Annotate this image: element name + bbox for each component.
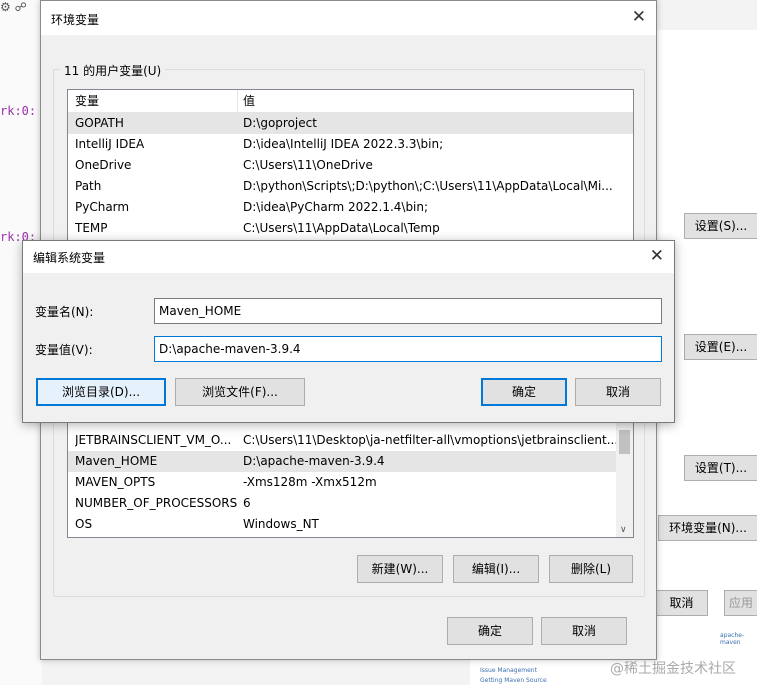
profile-settings-button[interactable]: 设置(E)... bbox=[684, 334, 757, 360]
system-variables-list[interactable]: JETBRAINSCLIENT_VM_O... C:\Users\11\Deskt… bbox=[67, 421, 634, 538]
new-button[interactable]: 新建(W)... bbox=[357, 555, 443, 583]
list-item[interactable]: OneDrive C:\Users\11\OneDrive bbox=[68, 155, 633, 176]
user-variables-label: 11 的用户变量(U) bbox=[60, 62, 166, 79]
bg-cancel-button[interactable]: 取消 bbox=[656, 590, 708, 616]
variable-value: D:\apache-maven-3.9.4 bbox=[243, 454, 385, 468]
column-header-value[interactable]: 值 bbox=[243, 90, 633, 113]
delete-button[interactable]: 删除(L) bbox=[549, 555, 633, 583]
variable-name: NUMBER_OF_PROCESSORS bbox=[75, 496, 237, 510]
variable-name: MAVEN_OPTS bbox=[75, 475, 156, 489]
page-link[interactable]: apache-maven bbox=[720, 632, 757, 646]
variable-name: PyCharm bbox=[75, 200, 130, 214]
ok-button[interactable]: 确定 bbox=[481, 378, 567, 406]
variable-value: D:\idea\PyCharm 2022.1.4\bin; bbox=[243, 200, 429, 214]
variable-name: Maven_HOME bbox=[75, 454, 158, 468]
close-icon[interactable]: ✕ bbox=[632, 7, 646, 27]
variable-name: OneDrive bbox=[75, 158, 132, 172]
scrollbar-thumb[interactable] bbox=[619, 430, 630, 454]
list-item[interactable]: OS Windows_NT bbox=[68, 514, 616, 535]
dialog-titlebar: 环境变量 ✕ bbox=[41, 1, 656, 35]
user-variables-list[interactable]: 变量 值 GOPATH D:\goproject IntelliJ IDEA D:\i… bbox=[67, 89, 634, 244]
variable-value: C:\Users\11\OneDrive bbox=[243, 158, 373, 172]
variable-name: JETBRAINSCLIENT_VM_O... bbox=[75, 433, 232, 447]
variable-value-label: 变量值(V): bbox=[35, 343, 93, 357]
variable-value: -Xms128m -Xmx512m bbox=[243, 475, 377, 489]
variable-name-label: 变量名(N): bbox=[35, 305, 94, 319]
code-fragment: rk:0: bbox=[0, 104, 37, 118]
variable-name-input[interactable]: Maven_HOME bbox=[154, 298, 662, 324]
variable-name: Path bbox=[75, 179, 102, 193]
browse-file-button[interactable]: 浏览文件(F)... bbox=[175, 378, 305, 406]
cancel-button[interactable]: 取消 bbox=[575, 378, 661, 406]
edit-button[interactable]: 编辑(I)... bbox=[453, 555, 539, 583]
list-item[interactable]: MAVEN_OPTS -Xms128m -Xmx512m bbox=[68, 472, 616, 493]
list-item[interactable]: Path D:\python\Scripts\;D:\python\;C:\Use… bbox=[68, 176, 633, 197]
variable-value: D:\idea\IntelliJ IDEA 2022.3.3\bin; bbox=[243, 137, 444, 151]
variable-value: Windows_NT bbox=[243, 517, 319, 531]
environment-variables-button[interactable]: 环境变量(N)... bbox=[658, 515, 757, 541]
list-item[interactable]: PyCharm D:\idea\PyCharm 2022.1.4\bin; bbox=[68, 197, 633, 218]
variable-value: 6 bbox=[243, 496, 251, 510]
watermark: @稀土掘金技术社区 bbox=[610, 661, 736, 677]
variable-value: D:\python\Scripts\;D:\python\;C:\Users\1… bbox=[243, 179, 613, 193]
browse-directory-button[interactable]: 浏览目录(D)... bbox=[36, 378, 166, 406]
cancel-button[interactable]: 取消 bbox=[541, 617, 627, 645]
variable-name: GOPATH bbox=[75, 116, 124, 130]
variable-value: C:\Users\11\AppData\Local\Temp bbox=[243, 221, 440, 235]
dialog-titlebar: 编辑系统变量 ✕ bbox=[23, 241, 674, 273]
close-icon[interactable]: ✕ bbox=[650, 246, 664, 266]
list-item[interactable]: NUMBER_OF_PROCESSORS 6 bbox=[68, 493, 616, 514]
list-item[interactable]: IntelliJ IDEA D:\idea\IntelliJ IDEA 2022.… bbox=[68, 134, 633, 155]
column-header-name[interactable]: 变量 bbox=[75, 90, 237, 113]
variable-name: IntelliJ IDEA bbox=[75, 137, 145, 151]
ok-button[interactable]: 确定 bbox=[447, 617, 533, 645]
dialog-title: 环境变量 bbox=[51, 13, 100, 27]
chevron-down-icon[interactable]: ∨ bbox=[620, 525, 627, 535]
list-item[interactable]: TEMP C:\Users\11\AppData\Local\Temp bbox=[68, 218, 633, 239]
list-item[interactable]: Maven_HOME D:\apache-maven-3.9.4 bbox=[68, 451, 616, 472]
startup-settings-button[interactable]: 设置(T)... bbox=[684, 455, 757, 481]
variable-name: OS bbox=[75, 517, 93, 531]
list-item[interactable]: GOPATH D:\goproject bbox=[68, 113, 633, 134]
dialog-title: 编辑系统变量 bbox=[33, 251, 106, 265]
page-link[interactable]: Getting Maven Source bbox=[480, 677, 547, 684]
performance-settings-button[interactable]: 设置(S)... bbox=[684, 213, 757, 239]
edit-system-variable-dialog: 编辑系统变量 ✕ 变量名(N): Maven_HOME 变量值(V): D:\a… bbox=[22, 240, 675, 423]
page-link[interactable]: Issue Management bbox=[480, 667, 537, 674]
variable-value-input[interactable]: D:\apache-maven-3.9.4 bbox=[154, 336, 662, 362]
variable-value: D:\goproject bbox=[243, 116, 317, 130]
toolbar-icon[interactable]: ⚙ ☍ bbox=[0, 0, 30, 16]
list-scrollbar[interactable]: ∨ bbox=[616, 422, 633, 537]
bg-apply-button[interactable]: 应用 bbox=[724, 590, 757, 616]
list-item[interactable]: JETBRAINSCLIENT_VM_O... C:\Users\11\Deskt… bbox=[68, 430, 616, 451]
variable-name: TEMP bbox=[75, 221, 108, 235]
variable-value: C:\Users\11\Desktop\ja-netfilter-all\vmo… bbox=[243, 433, 616, 447]
list-header: 变量 值 bbox=[68, 90, 633, 113]
